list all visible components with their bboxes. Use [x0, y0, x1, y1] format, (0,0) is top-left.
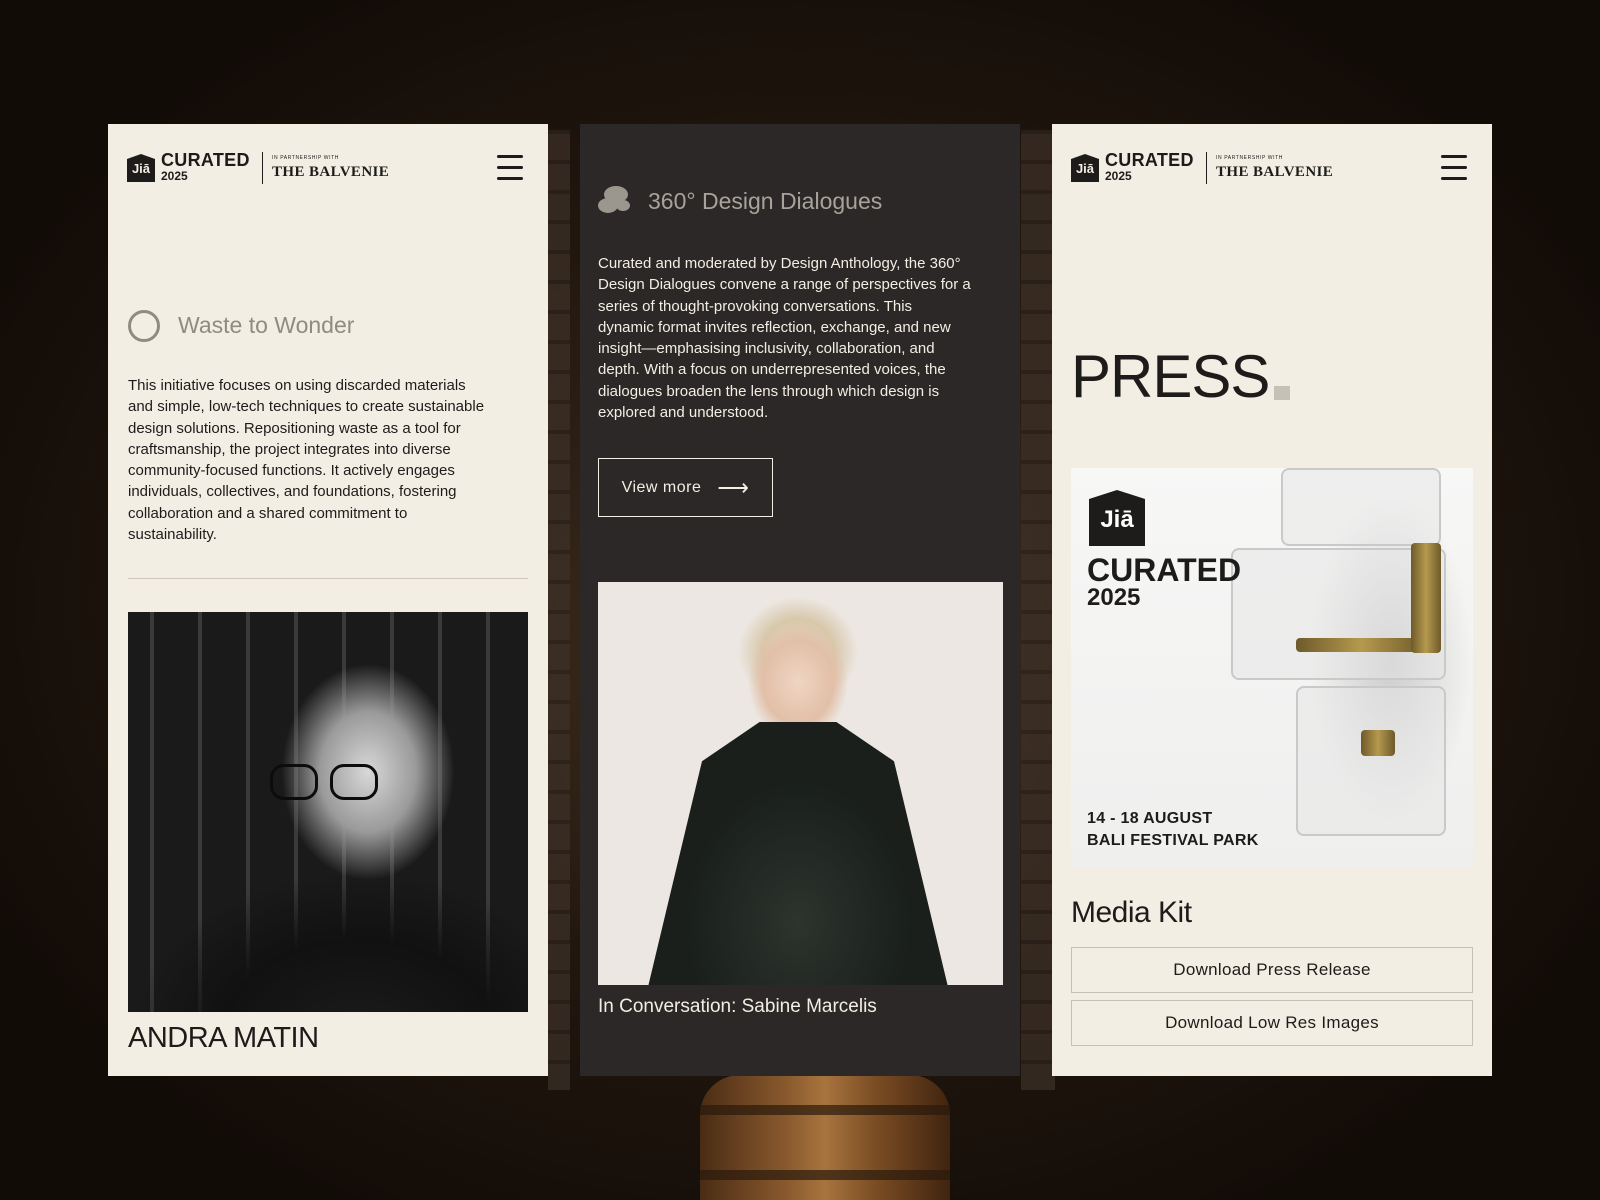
circle-ring-icon: [128, 310, 160, 342]
view-more-button[interactable]: View more ⟶: [598, 458, 773, 517]
page-title: PRESS: [1071, 343, 1270, 410]
logo-year: 2025: [1105, 169, 1132, 183]
event-poster-image[interactable]: Jiā CURATED 2025 14 - 18 AUGUST BALI FES…: [1071, 468, 1473, 868]
glasses-shape: [268, 764, 388, 804]
site-header: Jiā CURATED 2025 IN PARTNERSHIP WITH THE…: [1071, 150, 1472, 186]
hamburger-menu-icon[interactable]: [497, 155, 523, 181]
jia-logo[interactable]: Jiā: [127, 154, 155, 182]
brass-nut: [1361, 730, 1395, 756]
hamburger-menu-icon[interactable]: [1441, 155, 1467, 181]
section-title: 360° Design Dialogues: [648, 188, 883, 214]
glass-block: [1296, 686, 1446, 836]
background-pillar: [548, 130, 570, 1090]
site-header: Jiā CURATED 2025 IN PARTNERSHIP WITH THE…: [127, 150, 528, 186]
background-pillar: [1021, 130, 1055, 1090]
balvenie-logo: THE BALVENIE: [272, 164, 390, 180]
partnership-label: IN PARTNERSHIP WITH: [1216, 155, 1283, 161]
media-kit-title: Media Kit: [1071, 896, 1192, 929]
poster-event-info: 14 - 18 AUGUST BALI FESTIVAL PARK: [1087, 810, 1259, 849]
divider: [128, 578, 528, 579]
arrow-right-icon: ⟶: [717, 474, 750, 500]
poster-curated: CURATED: [1087, 552, 1242, 588]
section-description: Curated and moderated by Design Antholog…: [598, 255, 971, 422]
photo-caption[interactable]: In Conversation: Sabine Marcelis: [598, 996, 877, 1018]
mobile-screen-waste-to-wonder: Jiā CURATED 2025 IN PARTNERSHIP WITH THE…: [108, 124, 548, 1076]
mobile-screen-press: Jiā CURATED 2025 IN PARTNERSHIP WITH THE…: [1052, 124, 1492, 1076]
logo-divider: [262, 152, 263, 184]
download-press-release-button[interactable]: Download Press Release: [1071, 947, 1473, 993]
partnership-label: IN PARTNERSHIP WITH: [272, 155, 339, 161]
section-title: Waste to Wonder: [178, 312, 355, 338]
section-description: This initiative focuses on using discard…: [128, 377, 485, 544]
logo-divider: [1206, 152, 1207, 184]
jacket-shape: [644, 722, 952, 985]
jia-logo[interactable]: Jiā: [1071, 154, 1099, 182]
brass-screw: [1411, 543, 1441, 653]
speech-bubbles-icon: [598, 186, 634, 216]
glass-block: [1281, 468, 1441, 546]
balvenie-logo: THE BALVENIE: [1216, 164, 1334, 180]
background-barrel: [700, 1075, 950, 1200]
mobile-screen-design-dialogues: 360° Design Dialogues Curated and modera…: [580, 124, 1020, 1076]
portrait-photo[interactable]: [128, 612, 528, 1012]
download-low-res-images-button[interactable]: Download Low Res Images: [1071, 1000, 1473, 1046]
brass-rod: [1296, 638, 1426, 652]
logo-curated: CURATED: [1105, 150, 1194, 170]
person-name[interactable]: ANDRA MATIN: [128, 1022, 319, 1055]
title-dot: [1274, 386, 1290, 400]
logo-year: 2025: [161, 169, 188, 183]
logo-curated: CURATED: [161, 150, 250, 170]
poster-year: 2025: [1087, 584, 1141, 611]
poster-jia-logo: Jiā: [1089, 490, 1145, 546]
portrait-photo[interactable]: [598, 582, 1003, 985]
view-more-label: View more: [621, 478, 702, 496]
